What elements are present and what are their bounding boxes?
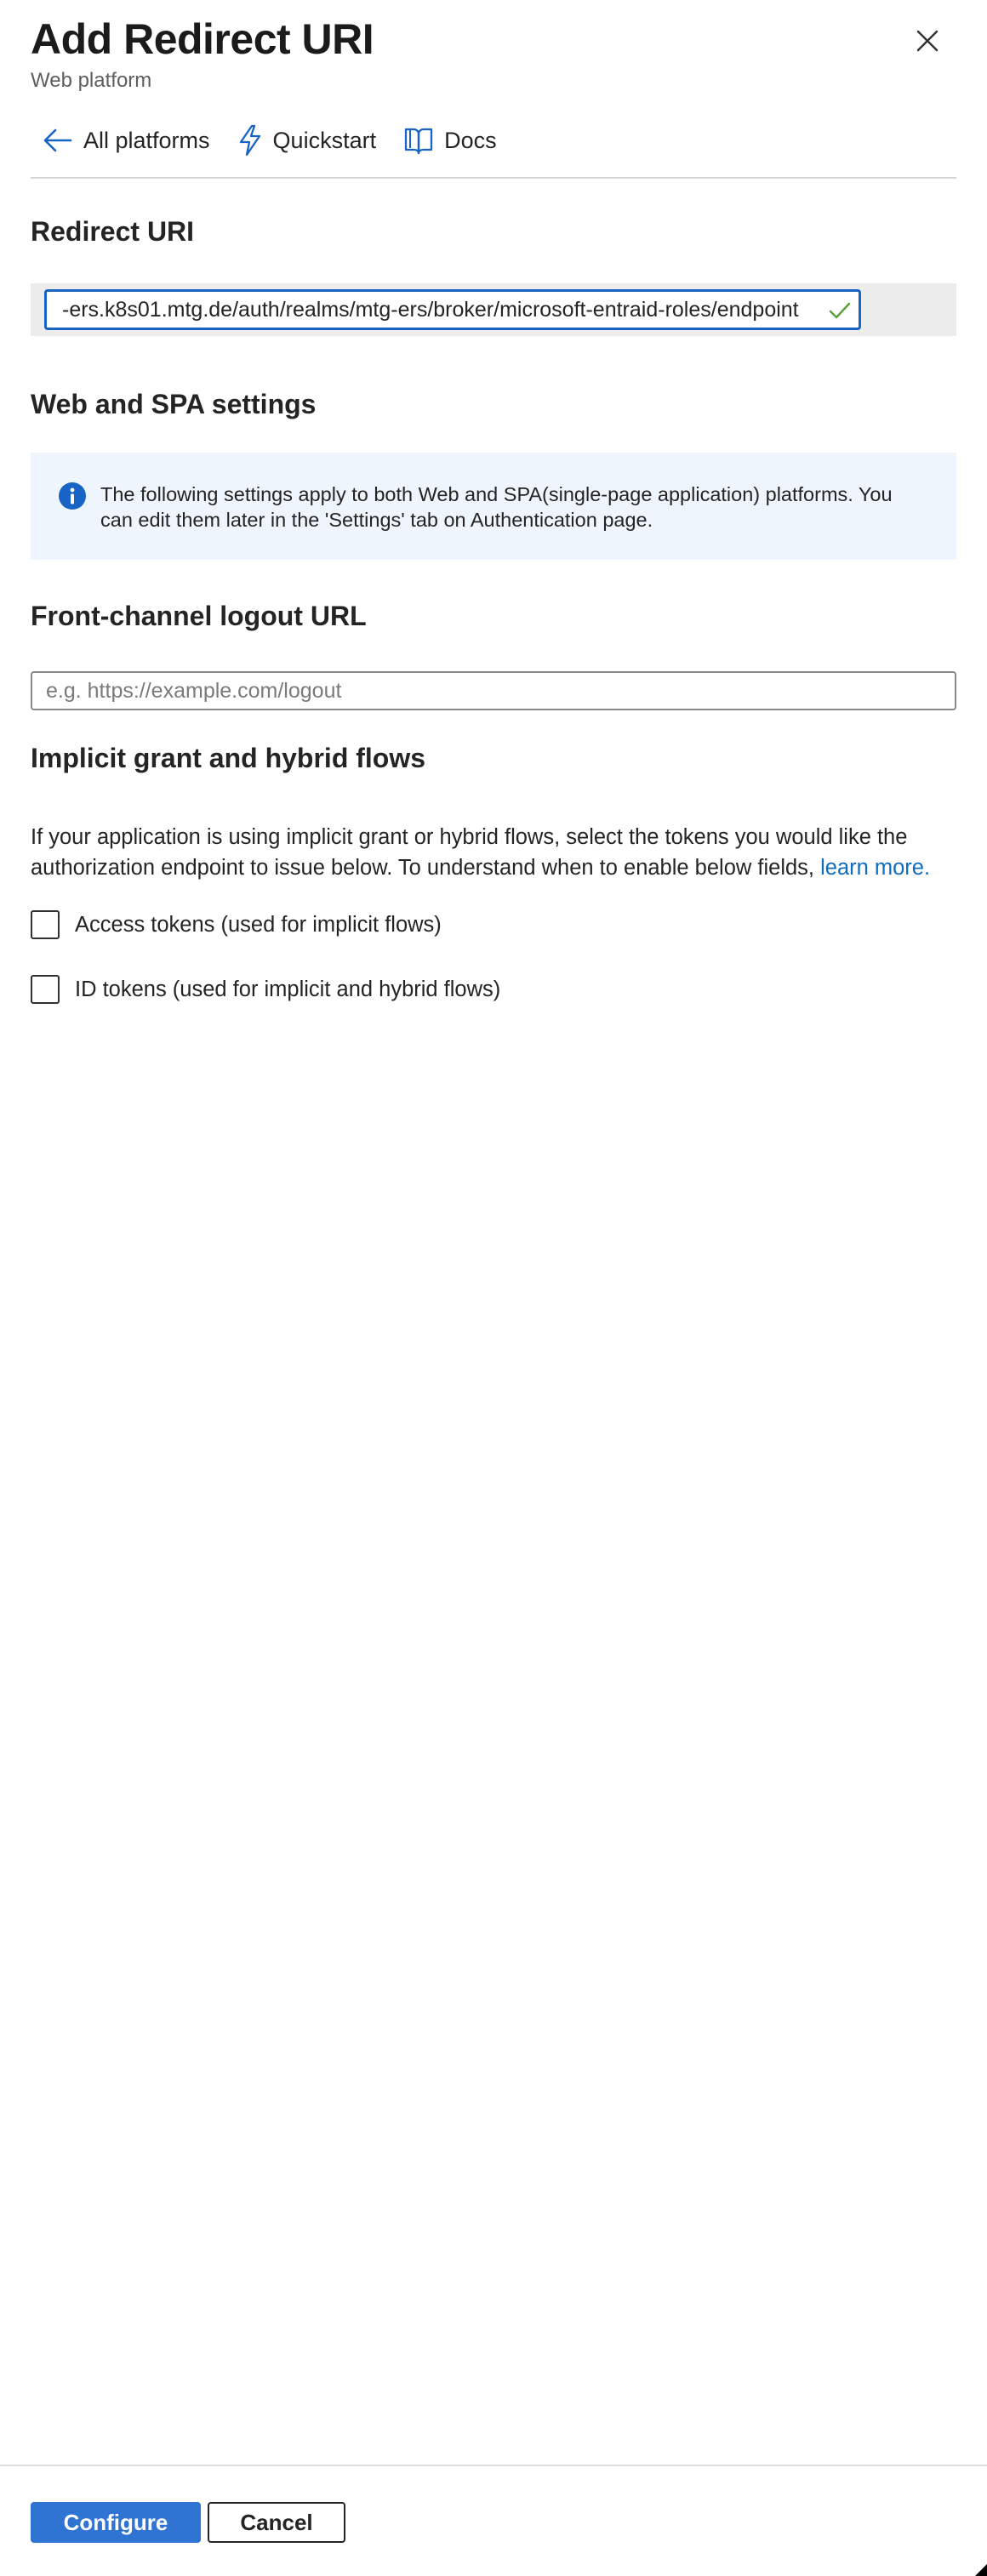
window-corner-mark [975,2564,987,2576]
id-tokens-option[interactable]: ID tokens (used for implicit and hybrid … [31,973,956,1006]
all-platforms-label: All platforms [83,127,210,153]
logout-url-heading: Front-channel logout URL [31,601,367,631]
info-text: The following settings apply to both Web… [100,483,893,531]
footer-actions: Configure Cancel [31,2502,345,2543]
page-subtitle: Web platform [31,69,152,92]
info-banner: The following settings apply to both Web… [31,453,956,560]
configure-button[interactable]: Configure [31,2502,201,2543]
learn-more-link[interactable]: learn more. [820,856,930,880]
close-button[interactable] [910,24,944,58]
id-tokens-checkbox[interactable] [31,975,60,1004]
add-redirect-uri-panel: Add Redirect URI Web platform All platfo… [0,0,987,2576]
implicit-grant-heading: Implicit grant and hybrid flows [31,743,426,773]
access-tokens-label: Access tokens (used for implicit flows) [75,912,442,937]
implicit-description-text: If your application is using implicit gr… [31,825,908,880]
docs-button[interactable]: Docs [391,120,512,161]
quickstart-button[interactable]: Quickstart [225,120,392,161]
panel-toolbar: All platforms Quickstart Docs [31,116,956,179]
info-icon [59,482,86,510]
redirect-uri-value: -ers.k8s01.mtg.de/auth/realms/mtg-ers/br… [62,297,799,322]
implicit-grant-description: If your application is using implicit gr… [31,822,956,883]
access-tokens-checkbox[interactable] [31,910,60,939]
panel-footer: Configure Cancel [0,2465,987,2576]
checkmark-icon [829,302,851,319]
quickstart-label: Quickstart [272,127,377,153]
web-spa-heading: Web and SPA settings [31,389,317,419]
cancel-button[interactable]: Cancel [208,2502,345,2543]
docs-label: Docs [444,127,497,153]
page-title: Add Redirect URI [31,15,374,63]
redirect-uri-row: -ers.k8s01.mtg.de/auth/realms/mtg-ers/br… [31,283,956,336]
close-icon [916,30,939,52]
panel-header: Add Redirect URI Web platform [31,0,956,94]
all-platforms-button[interactable]: All platforms [31,120,225,161]
book-icon [404,128,433,155]
redirect-uri-heading: Redirect URI [31,216,195,247]
arrow-left-icon [43,128,72,152]
logout-url-input[interactable] [31,671,956,710]
redirect-uri-input[interactable]: -ers.k8s01.mtg.de/auth/realms/mtg-ers/br… [44,289,861,330]
access-tokens-option[interactable]: Access tokens (used for implicit flows) [31,909,956,941]
lightning-icon [239,124,260,157]
id-tokens-label: ID tokens (used for implicit and hybrid … [75,977,501,1001]
